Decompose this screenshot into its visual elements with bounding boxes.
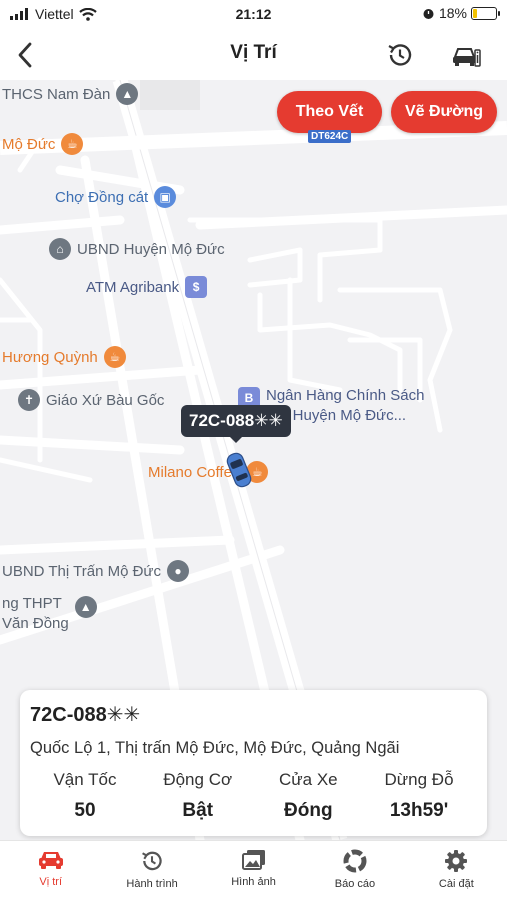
tab-cai-dat[interactable]: Cài đặt	[406, 841, 507, 900]
poi-label: Ngân Hàng Chính Sách	[266, 387, 425, 404]
gallery-icon	[241, 850, 265, 870]
stat-label: Vận Tốc	[53, 770, 117, 789]
cafe-icon: ☕	[103, 346, 126, 368]
status-bar: Viettel 21:12 18%	[0, 0, 507, 30]
track-button[interactable]: Theo Vết	[277, 91, 382, 133]
vehicle-info-icon	[453, 48, 481, 67]
poi-label: Văn Đồng	[2, 615, 69, 632]
poi-label: UBND Thị Trấn Mộ Đức	[2, 562, 161, 580]
poi-ubnd-huyen[interactable]: ⌂ UBND Huyện Mộ Đức	[49, 238, 225, 260]
stat-value: 13h59'	[389, 800, 449, 821]
tab-label: Hành trình	[126, 878, 178, 890]
poi-label: UBND Huyện Mộ Đức	[77, 240, 225, 258]
history-icon	[388, 44, 412, 66]
history-icon	[142, 851, 162, 871]
poi-thpt[interactable]: ng THPT Văn Đồng ▲	[2, 594, 97, 634]
tab-hinh-anh[interactable]: Hình ảnh	[203, 841, 304, 900]
battery-percent: 18%	[438, 5, 467, 21]
history-button[interactable]	[383, 38, 417, 72]
poi-label: Giáo Xứ Bàu Gốc	[46, 391, 165, 409]
tab-vi-tri[interactable]: Vị trí	[0, 841, 101, 900]
draw-route-button[interactable]: Vẽ Đường	[391, 91, 497, 133]
poi-label: Chợ Đồng cát	[55, 188, 149, 206]
tab-label: Vị trí	[39, 876, 63, 888]
stat-value: Đóng	[284, 800, 333, 821]
report-icon	[343, 849, 367, 873]
poi-atm[interactable]: ATM Agribank $	[86, 276, 208, 298]
stat-value: Bật	[182, 800, 214, 821]
atm-icon: $	[185, 276, 208, 298]
tab-hanh-trinh[interactable]: Hành trình	[101, 841, 202, 900]
tab-label: Cài đặt	[438, 878, 474, 890]
tab-bao-cao[interactable]: Báo cáo	[304, 841, 405, 900]
status-right: 18%	[422, 5, 500, 21]
vehicle-tooltip: 72C-088✳✳	[181, 405, 291, 443]
stat-label: Động Cơ	[163, 770, 233, 789]
stat-value: 50	[74, 800, 96, 821]
stat-label: Cửa Xe	[279, 770, 338, 789]
tab-label: Hình ảnh	[231, 876, 276, 888]
poi-label: Mộ Đức	[2, 135, 56, 153]
poi-label: ATM Agribank	[86, 278, 180, 296]
car-marker-icon[interactable]	[222, 450, 256, 490]
bottom-tab-bar: Vị trí Hành trình Hình ảnh Báo cáo Cài đ…	[0, 840, 507, 900]
government-icon: ⌂	[49, 238, 71, 260]
alarm-icon	[423, 8, 434, 19]
road-shield: DT624C	[308, 130, 352, 143]
vehicle-info-card[interactable]: 72C-088✳✳ Quốc Lộ 1, Thị trấn Mộ Đức, Mộ…	[20, 690, 487, 836]
nav-bar: Vị Trí	[0, 30, 507, 80]
cafe-icon: ☕	[61, 133, 84, 155]
poi-mo-duc[interactable]: Mộ Đức ☕	[2, 133, 84, 155]
stat-door: Cửa Xe Đóng	[279, 770, 338, 822]
stat-speed: Vận Tốc 50	[53, 770, 116, 822]
stat-engine: Động Cơ Bật	[163, 770, 232, 822]
poi-label-group: ng THPT Văn Đồng	[2, 594, 69, 634]
vehicle-info-button[interactable]	[449, 38, 483, 72]
church-icon: ✝	[18, 389, 40, 411]
page-title: Vị Trí	[230, 42, 277, 63]
poi-label: ng THPT	[2, 595, 62, 612]
stat-parked: Dừng Đỗ 13h59'	[385, 770, 454, 822]
poi-thcs[interactable]: THCS Nam Đàn ▲	[2, 83, 139, 105]
vehicle-address: Quốc Lộ 1, Thị trấn Mộ Đức, Mộ Đức, Quản…	[30, 739, 400, 757]
vehicle-plate: 72C-088✳✳	[30, 704, 141, 726]
location-pin-icon: ●	[166, 560, 189, 582]
shopping-bag-icon: ▣	[154, 186, 177, 208]
tab-label: Báo cáo	[334, 878, 376, 890]
poi-giao-xu[interactable]: ✝ Giáo Xứ Bàu Gốc	[18, 389, 164, 411]
settings-gear-icon	[445, 850, 468, 872]
poi-cho-dong-cat[interactable]: Chợ Đồng cát ▣	[55, 186, 177, 208]
school-icon: ▲	[74, 596, 97, 618]
school-icon: ▲	[116, 83, 139, 105]
poi-label: Hương Quỳnh	[2, 348, 98, 366]
stat-label: Dừng Đỗ	[384, 770, 454, 789]
poi-ubnd-thi-tran[interactable]: UBND Thị Trấn Mộ Đức ●	[2, 560, 189, 582]
battery-icon	[471, 6, 500, 20]
car-icon	[38, 852, 63, 869]
poi-huong-quynh[interactable]: Hương Quỳnh ☕	[2, 346, 126, 368]
vehicle-stats: Vận Tốc 50 Động Cơ Bật Cửa Xe Đóng Dừng …	[30, 770, 477, 822]
poi-label: THCS Nam Đàn	[2, 85, 111, 103]
